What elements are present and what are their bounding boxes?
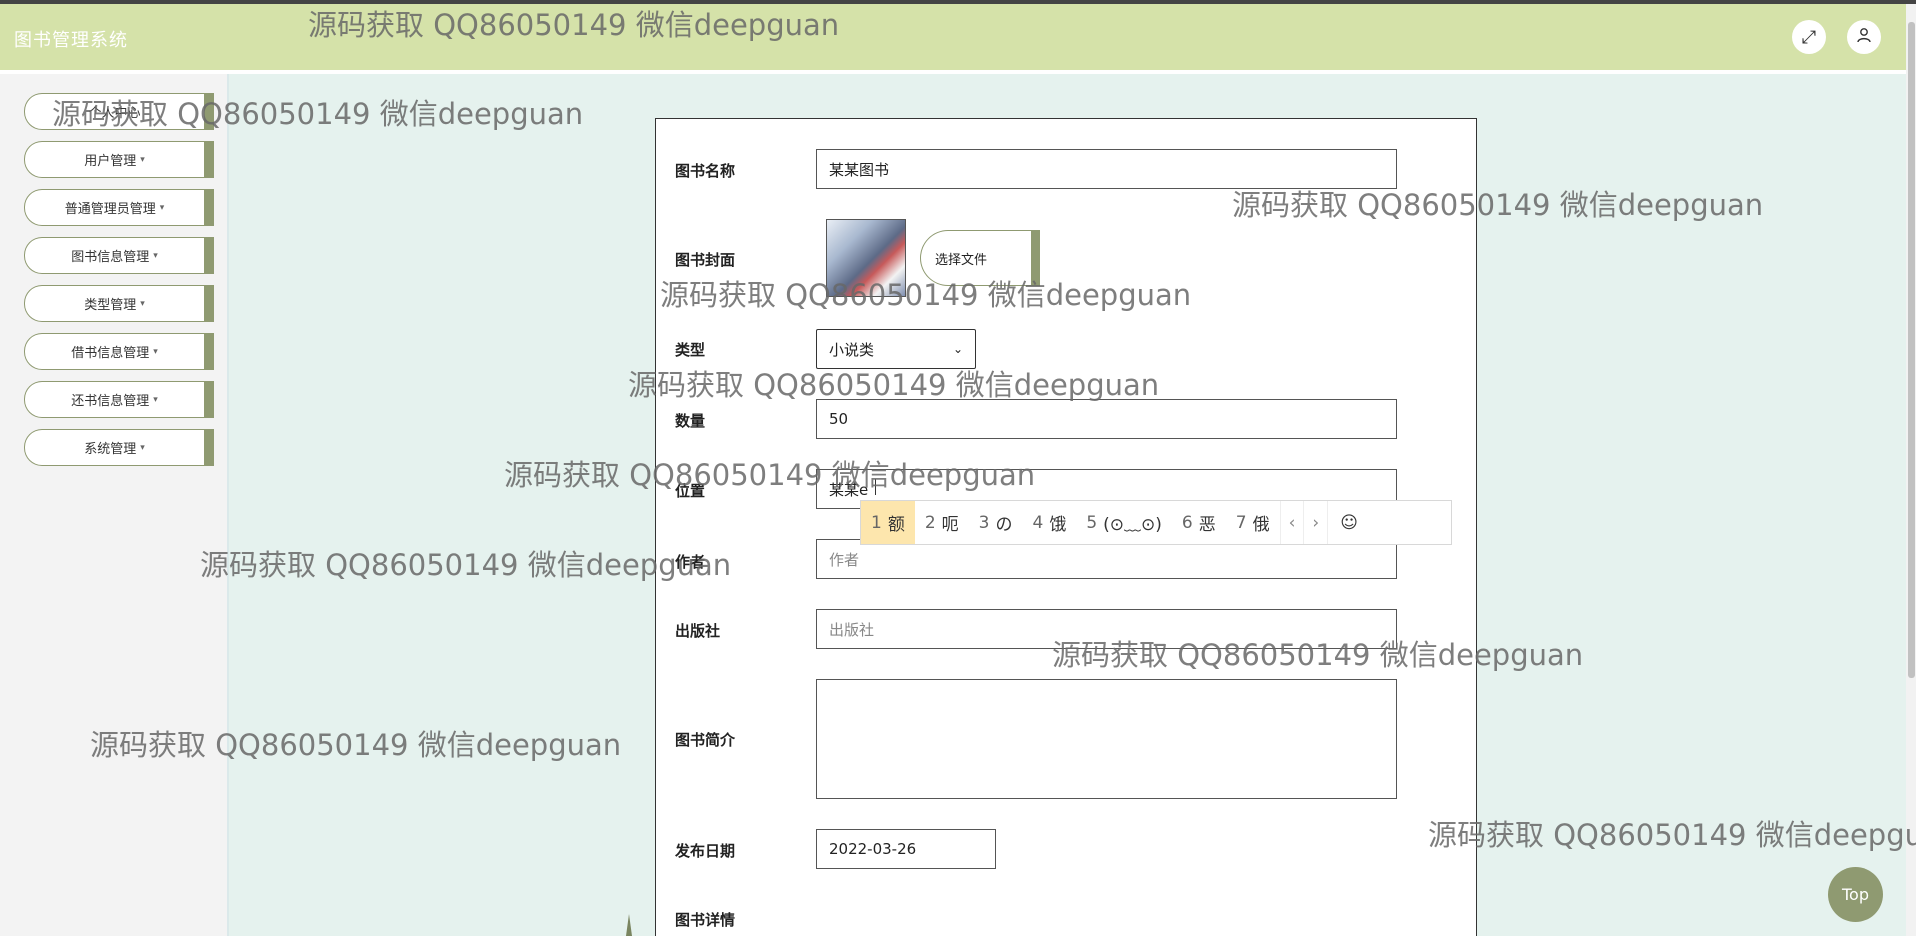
ime-candidate[interactable]: 7俄	[1226, 501, 1280, 544]
type-label: 类型	[675, 341, 706, 359]
publish-date-label: 发布日期	[675, 842, 736, 860]
sidebar-item-label: 普通管理员管理	[64, 202, 156, 217]
caret-down-icon: ▾	[140, 298, 145, 309]
sidebar-item-borrow[interactable]: 借书信息管理 ▾	[24, 333, 214, 370]
quantity-label: 数量	[675, 412, 706, 430]
sidebar-item-label: 图书信息管理	[71, 250, 150, 265]
ime-prev-page-icon[interactable]: ‹	[1279, 501, 1304, 544]
ime-candidate[interactable]: 2呃	[915, 501, 969, 544]
app-header: 图书管理系统 ⤢	[0, 4, 1906, 78]
sidebar-item-users[interactable]: 用户管理 ▾	[24, 141, 214, 178]
caret-down-icon: ▾	[140, 154, 145, 165]
page-scrollbar[interactable]	[1906, 4, 1916, 936]
sidebar-item-label: 个人中心	[88, 106, 141, 121]
ime-next-page-icon[interactable]: ›	[1303, 501, 1327, 544]
quantity-input[interactable]: 50	[816, 399, 1397, 439]
user-icon	[1856, 27, 1872, 48]
sidebar-item-types[interactable]: 类型管理 ▾	[24, 285, 214, 322]
cover-image-preview	[826, 219, 906, 297]
app-title: 图书管理系统	[14, 30, 128, 51]
ime-candidate[interactable]: 6恶	[1172, 501, 1226, 544]
location-label: 位置	[675, 482, 706, 500]
ime-candidate[interactable]: 1额	[861, 501, 915, 544]
text-cursor	[875, 479, 876, 495]
ime-emoji-icon[interactable]: ☺	[1327, 501, 1370, 544]
chevron-down-icon: ⌄	[952, 342, 963, 356]
details-label: 图书详情	[675, 911, 736, 929]
author-label: 作者	[675, 553, 706, 571]
author-input[interactable]: 作者	[816, 539, 1397, 579]
book-name-label: 图书名称	[675, 162, 736, 180]
sidebar-item-label: 系统管理	[84, 442, 137, 457]
sidebar-item-book-info[interactable]: 图书信息管理 ▾	[24, 237, 214, 274]
sidebar-item-personal-center[interactable]: 个人中心	[24, 93, 214, 130]
caret-down-icon: ▾	[153, 394, 158, 405]
sidebar-item-label: 还书信息管理	[71, 394, 150, 409]
type-select-value: 小说类	[829, 340, 875, 359]
sidebar-item-label: 用户管理	[84, 154, 137, 169]
expand-icon: ⤢	[1801, 26, 1817, 48]
ime-candidate[interactable]: 3の	[969, 501, 1023, 544]
publisher-input[interactable]: 出版社	[816, 609, 1397, 649]
ime-candidate[interactable]: 4饿	[1022, 501, 1076, 544]
sidebar-item-return[interactable]: 还书信息管理 ▾	[24, 381, 214, 418]
type-select[interactable]: 小说类 ⌄	[816, 329, 976, 369]
caret-down-icon: ▾	[153, 250, 158, 261]
intro-textarea[interactable]	[816, 679, 1397, 799]
editor-fragment	[626, 914, 632, 936]
ime-candidate-bar[interactable]: 1额 2呃 3の 4饿 5 (⊙﹏⊙) 6恶 7俄 ‹ › ☺	[860, 500, 1452, 545]
sidebar-item-system[interactable]: 系统管理 ▾	[24, 429, 214, 466]
fullscreen-button[interactable]: ⤢	[1792, 20, 1826, 54]
ime-candidate[interactable]: 5 (⊙﹏⊙)	[1076, 501, 1172, 544]
book-name-input[interactable]: 某某图书	[816, 149, 1397, 189]
caret-down-icon: ▾	[140, 442, 145, 453]
publisher-label: 出版社	[675, 622, 721, 640]
scrollbar-thumb[interactable]	[1908, 22, 1915, 678]
publish-date-input[interactable]: 2022-03-26	[816, 829, 996, 869]
choose-file-button[interactable]: 选择文件	[920, 230, 1040, 286]
user-menu-button[interactable]	[1847, 20, 1881, 54]
caret-down-icon: ▾	[159, 202, 165, 213]
intro-label: 图书简介	[675, 731, 736, 749]
sidebar-item-admins[interactable]: 普通管理员管理 ▾	[24, 189, 214, 226]
back-to-top-button[interactable]: Top	[1828, 867, 1883, 922]
sidebar-item-label: 借书信息管理	[71, 346, 150, 361]
cover-label: 图书封面	[675, 251, 736, 269]
caret-down-icon: ▾	[153, 346, 158, 357]
sidebar-item-label: 类型管理	[84, 298, 137, 313]
